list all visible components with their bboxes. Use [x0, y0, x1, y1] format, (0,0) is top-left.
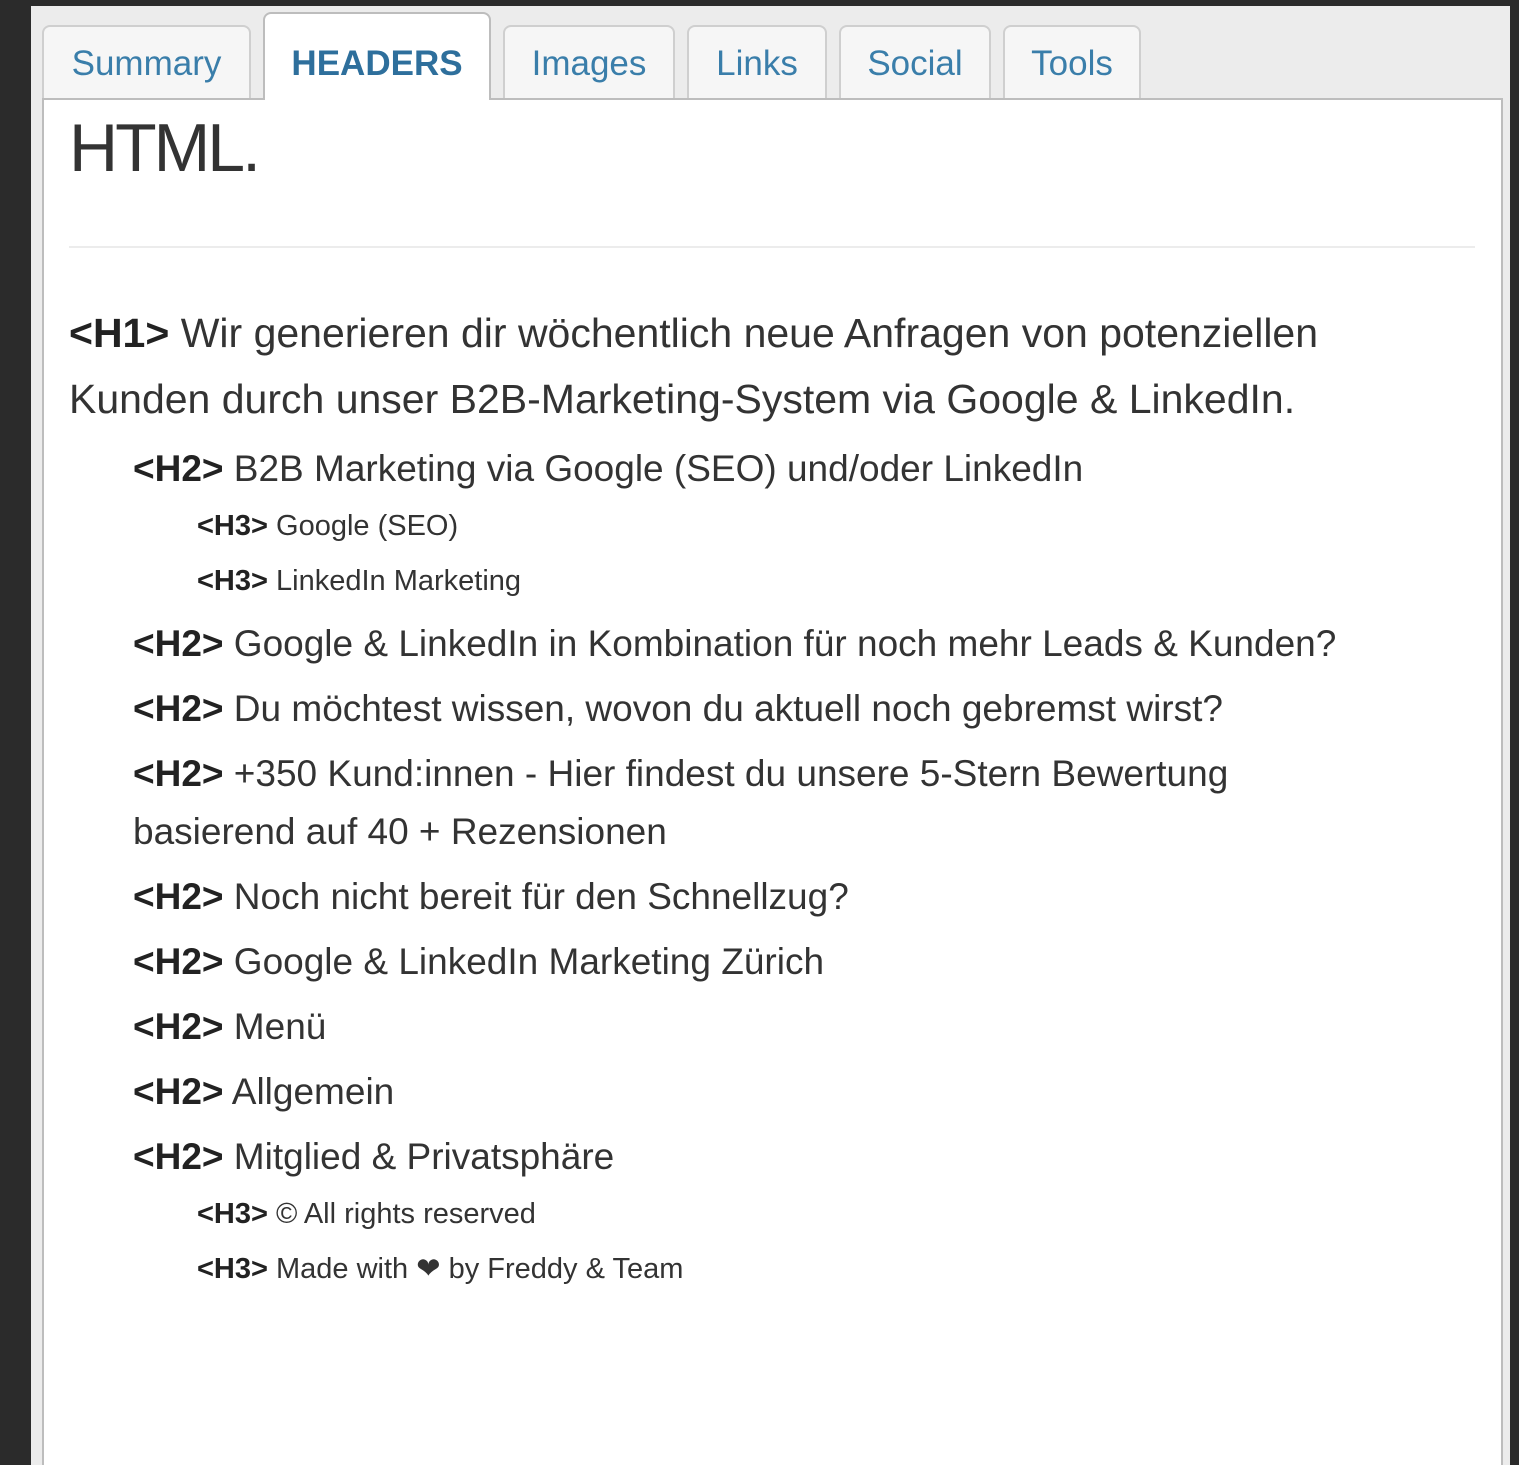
headers-tab-content: HTML. <H1> Wir generieren dir wöchentlic… [42, 98, 1503, 1465]
header-tag: <H3> [197, 1198, 268, 1230]
header-tag: <H3> [197, 565, 268, 597]
header-tag: <H2> [133, 753, 224, 794]
header-item-h2: <H2> Google & LinkedIn in Kombination fü… [133, 615, 1399, 673]
header-text: Google & LinkedIn in Kombination für noc… [233, 623, 1337, 664]
tab-bar: Summary HEADERS Images Links Social Tool… [42, 6, 1153, 100]
header-text: Allgemein [231, 1071, 395, 1112]
header-text: Google (SEO) [276, 510, 459, 542]
header-tag: <H2> [133, 1136, 224, 1177]
header-tag: <H3> [197, 510, 268, 542]
header-tag: <H2> [133, 1006, 224, 1047]
header-tag: <H2> [133, 876, 224, 917]
section-title: HTML. [69, 110, 261, 186]
header-text: LinkedIn Marketing [276, 565, 522, 597]
header-item-h2: <H2> Allgemein [133, 1063, 1399, 1121]
header-text: Wir generieren dir wöchentlich neue Anfr… [69, 310, 1319, 422]
header-item-h3: <H3> Google (SEO) [197, 505, 1399, 548]
tab-links[interactable]: Links [687, 25, 827, 100]
tab-headers[interactable]: HEADERS [263, 12, 491, 100]
header-text: Menü [233, 1006, 327, 1047]
header-item-h3: <H3> Made with ❤ by Freddy & Team [197, 1248, 1399, 1291]
header-item-h2: <H2> Mitglied & Privatsphäre [133, 1128, 1399, 1186]
header-item-h2: <H2> Google & LinkedIn Marketing Zürich [133, 933, 1399, 991]
header-text: Mitglied & Privatsphäre [233, 1136, 615, 1177]
divider [69, 246, 1475, 248]
header-item-h2: <H2> B2B Marketing via Google (SEO) und/… [133, 440, 1399, 498]
header-item-h2: <H2> Du möchtest wissen, wovon du aktuel… [133, 680, 1399, 738]
header-text: B2B Marketing via Google (SEO) und/oder … [233, 448, 1084, 489]
header-item-h1: <H1> Wir generieren dir wöchentlich neue… [69, 300, 1399, 432]
tab-tools[interactable]: Tools [1003, 25, 1141, 100]
header-item-h3: <H3> © All rights reserved [197, 1193, 1399, 1236]
header-tag: <H2> [133, 941, 224, 982]
header-text: Du möchtest wissen, wovon du aktuell noc… [233, 688, 1223, 729]
header-tag: <H1> [69, 310, 170, 356]
header-text: Google & LinkedIn Marketing Zürich [233, 941, 825, 982]
header-text: +350 Kund:innen - Hier findest du unsere… [133, 753, 1229, 852]
tab-social[interactable]: Social [839, 25, 991, 100]
header-tag: <H2> [133, 623, 224, 664]
tab-images[interactable]: Images [503, 25, 675, 100]
header-text: © All rights reserved [276, 1198, 536, 1230]
seo-extension-panel: Summary HEADERS Images Links Social Tool… [31, 6, 1510, 1465]
headers-list: <H1> Wir generieren dir wöchentlich neue… [69, 300, 1399, 1303]
header-tag: <H3> [197, 1253, 268, 1285]
header-item-h3: <H3> LinkedIn Marketing [197, 560, 1399, 603]
header-item-h2: <H2> Noch nicht bereit für den Schnellzu… [133, 868, 1399, 926]
header-item-h2: <H2> +350 Kund:innen - Hier findest du u… [133, 745, 1399, 861]
header-text: Noch nicht bereit für den Schnellzug? [233, 876, 849, 917]
header-tag: <H2> [133, 1071, 224, 1112]
header-tag: <H2> [133, 688, 224, 729]
tab-summary[interactable]: Summary [42, 25, 251, 100]
header-tag: <H2> [133, 448, 224, 489]
header-text: Made with ❤ by Freddy & Team [276, 1253, 684, 1285]
header-item-h2: <H2> Menü [133, 998, 1399, 1056]
